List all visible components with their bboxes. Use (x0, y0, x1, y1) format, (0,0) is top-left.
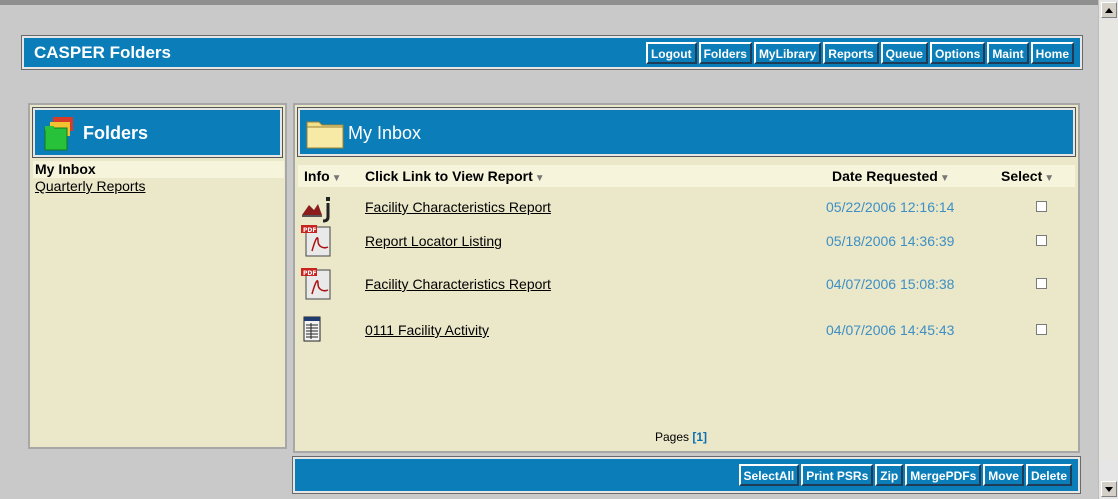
select-checkbox[interactable] (1036, 201, 1047, 212)
report-link[interactable]: Facility Characteristics Report (365, 199, 551, 215)
merge-pdfs-button[interactable]: MergePDFs (905, 464, 982, 486)
queue-button[interactable]: Queue (880, 42, 928, 64)
date-requested: 05/22/2006 12:16:14 (826, 199, 955, 215)
options-button[interactable]: Options (929, 42, 986, 64)
inbox-panel: My Inbox Info ▼ Click Link to View Report… (293, 103, 1080, 453)
sidebar-item-quarterly-reports[interactable]: Quarterly Reports (33, 178, 284, 195)
select-checkbox[interactable] (1036, 324, 1047, 335)
pager-label: Pages (655, 430, 690, 444)
table-row: PDF Report Locator Listing 05/18/2006 14… (298, 225, 1075, 257)
scroll-up-icon[interactable] (1101, 2, 1117, 18)
report-link[interactable]: Report Locator Listing (365, 233, 502, 249)
move-button[interactable]: Move (983, 464, 1024, 486)
vertical-scrollbar[interactable] (1098, 0, 1118, 499)
pager: Pages [1] (655, 430, 707, 444)
date-requested: 05/18/2006 14:36:39 (826, 233, 955, 249)
logout-button[interactable]: Logout (645, 42, 697, 64)
spreadsheet-icon (303, 316, 321, 342)
select-checkbox[interactable] (1036, 235, 1047, 246)
svg-text:PDF: PDF (303, 227, 316, 234)
col-info-header[interactable]: Info ▼ (304, 168, 342, 184)
col-date-header[interactable]: Date Requested ▼ (832, 168, 950, 184)
report-viewer-icon (302, 197, 330, 223)
inbox-panel-title: My Inbox (348, 123, 422, 143)
table-row: 0111 Facility Activity 04/07/2006 14:45:… (298, 316, 1075, 346)
report-link[interactable]: 0111 Facility Activity (365, 322, 489, 338)
folders-button[interactable]: Folders (698, 42, 752, 64)
reports-button[interactable]: Reports (823, 42, 879, 64)
report-link[interactable]: Facility Characteristics Report (365, 276, 551, 292)
folder-icon (306, 121, 344, 149)
app-title: CASPER Folders (34, 43, 171, 62)
folder-list: My Inbox Quarterly Reports (33, 161, 284, 195)
table-header: Info ▼ Click Link to View Report ▼ Date Re… (298, 165, 1075, 187)
pdf-icon: PDF (301, 268, 331, 300)
sort-arrow-icon: ▼ (331, 173, 342, 184)
maint-button[interactable]: Maint (987, 42, 1029, 64)
date-requested: 04/07/2006 14:45:43 (826, 322, 955, 338)
sidebar-item-my-inbox[interactable]: My Inbox (33, 161, 284, 178)
sort-arrow-icon: ▼ (1044, 173, 1055, 184)
sort-arrow-icon: ▼ (534, 173, 545, 184)
date-requested: 04/07/2006 15:08:38 (826, 276, 955, 292)
svg-text:PDF: PDF (303, 270, 316, 277)
col-report-header[interactable]: Click Link to View Report ▼ (365, 168, 545, 184)
nav-toolbar: Logout Folders MyLibrary Reports Queue O… (645, 42, 1074, 64)
header-bar: CASPER Folders Logout Folders MyLibrary … (21, 35, 1083, 70)
col-select-header[interactable]: Select ▼ (1001, 168, 1054, 184)
select-checkbox[interactable] (1036, 278, 1047, 289)
action-toolbar: SelectAll Print PSRs Zip MergePDFs Move … (292, 456, 1081, 494)
delete-button[interactable]: Delete (1025, 464, 1072, 486)
scroll-thumb[interactable] (1101, 20, 1117, 460)
folders-panel: Folders My Inbox Quarterly Reports (28, 103, 287, 449)
print-psrs-button[interactable]: Print PSRs (801, 464, 874, 486)
table-row: PDF Facility Characteristics Report 04/0… (298, 268, 1075, 300)
sort-arrow-icon: ▼ (939, 173, 950, 184)
action-buttons: SelectAll Print PSRs Zip MergePDFs Move … (738, 464, 1072, 486)
folders-icon (44, 117, 73, 151)
select-all-button[interactable]: SelectAll (738, 464, 800, 486)
folders-panel-header: Folders (32, 107, 283, 158)
home-button[interactable]: Home (1030, 42, 1074, 64)
mylibrary-button[interactable]: MyLibrary (753, 42, 822, 64)
folders-panel-title: Folders (83, 123, 149, 143)
page-link[interactable]: [1] (692, 430, 707, 444)
scroll-down-icon[interactable] (1101, 481, 1117, 497)
table-row: Facility Characteristics Report 05/22/20… (298, 193, 1075, 223)
inbox-panel-header: My Inbox (297, 107, 1076, 157)
zip-button[interactable]: Zip (875, 464, 904, 486)
pdf-icon: PDF (301, 225, 331, 257)
